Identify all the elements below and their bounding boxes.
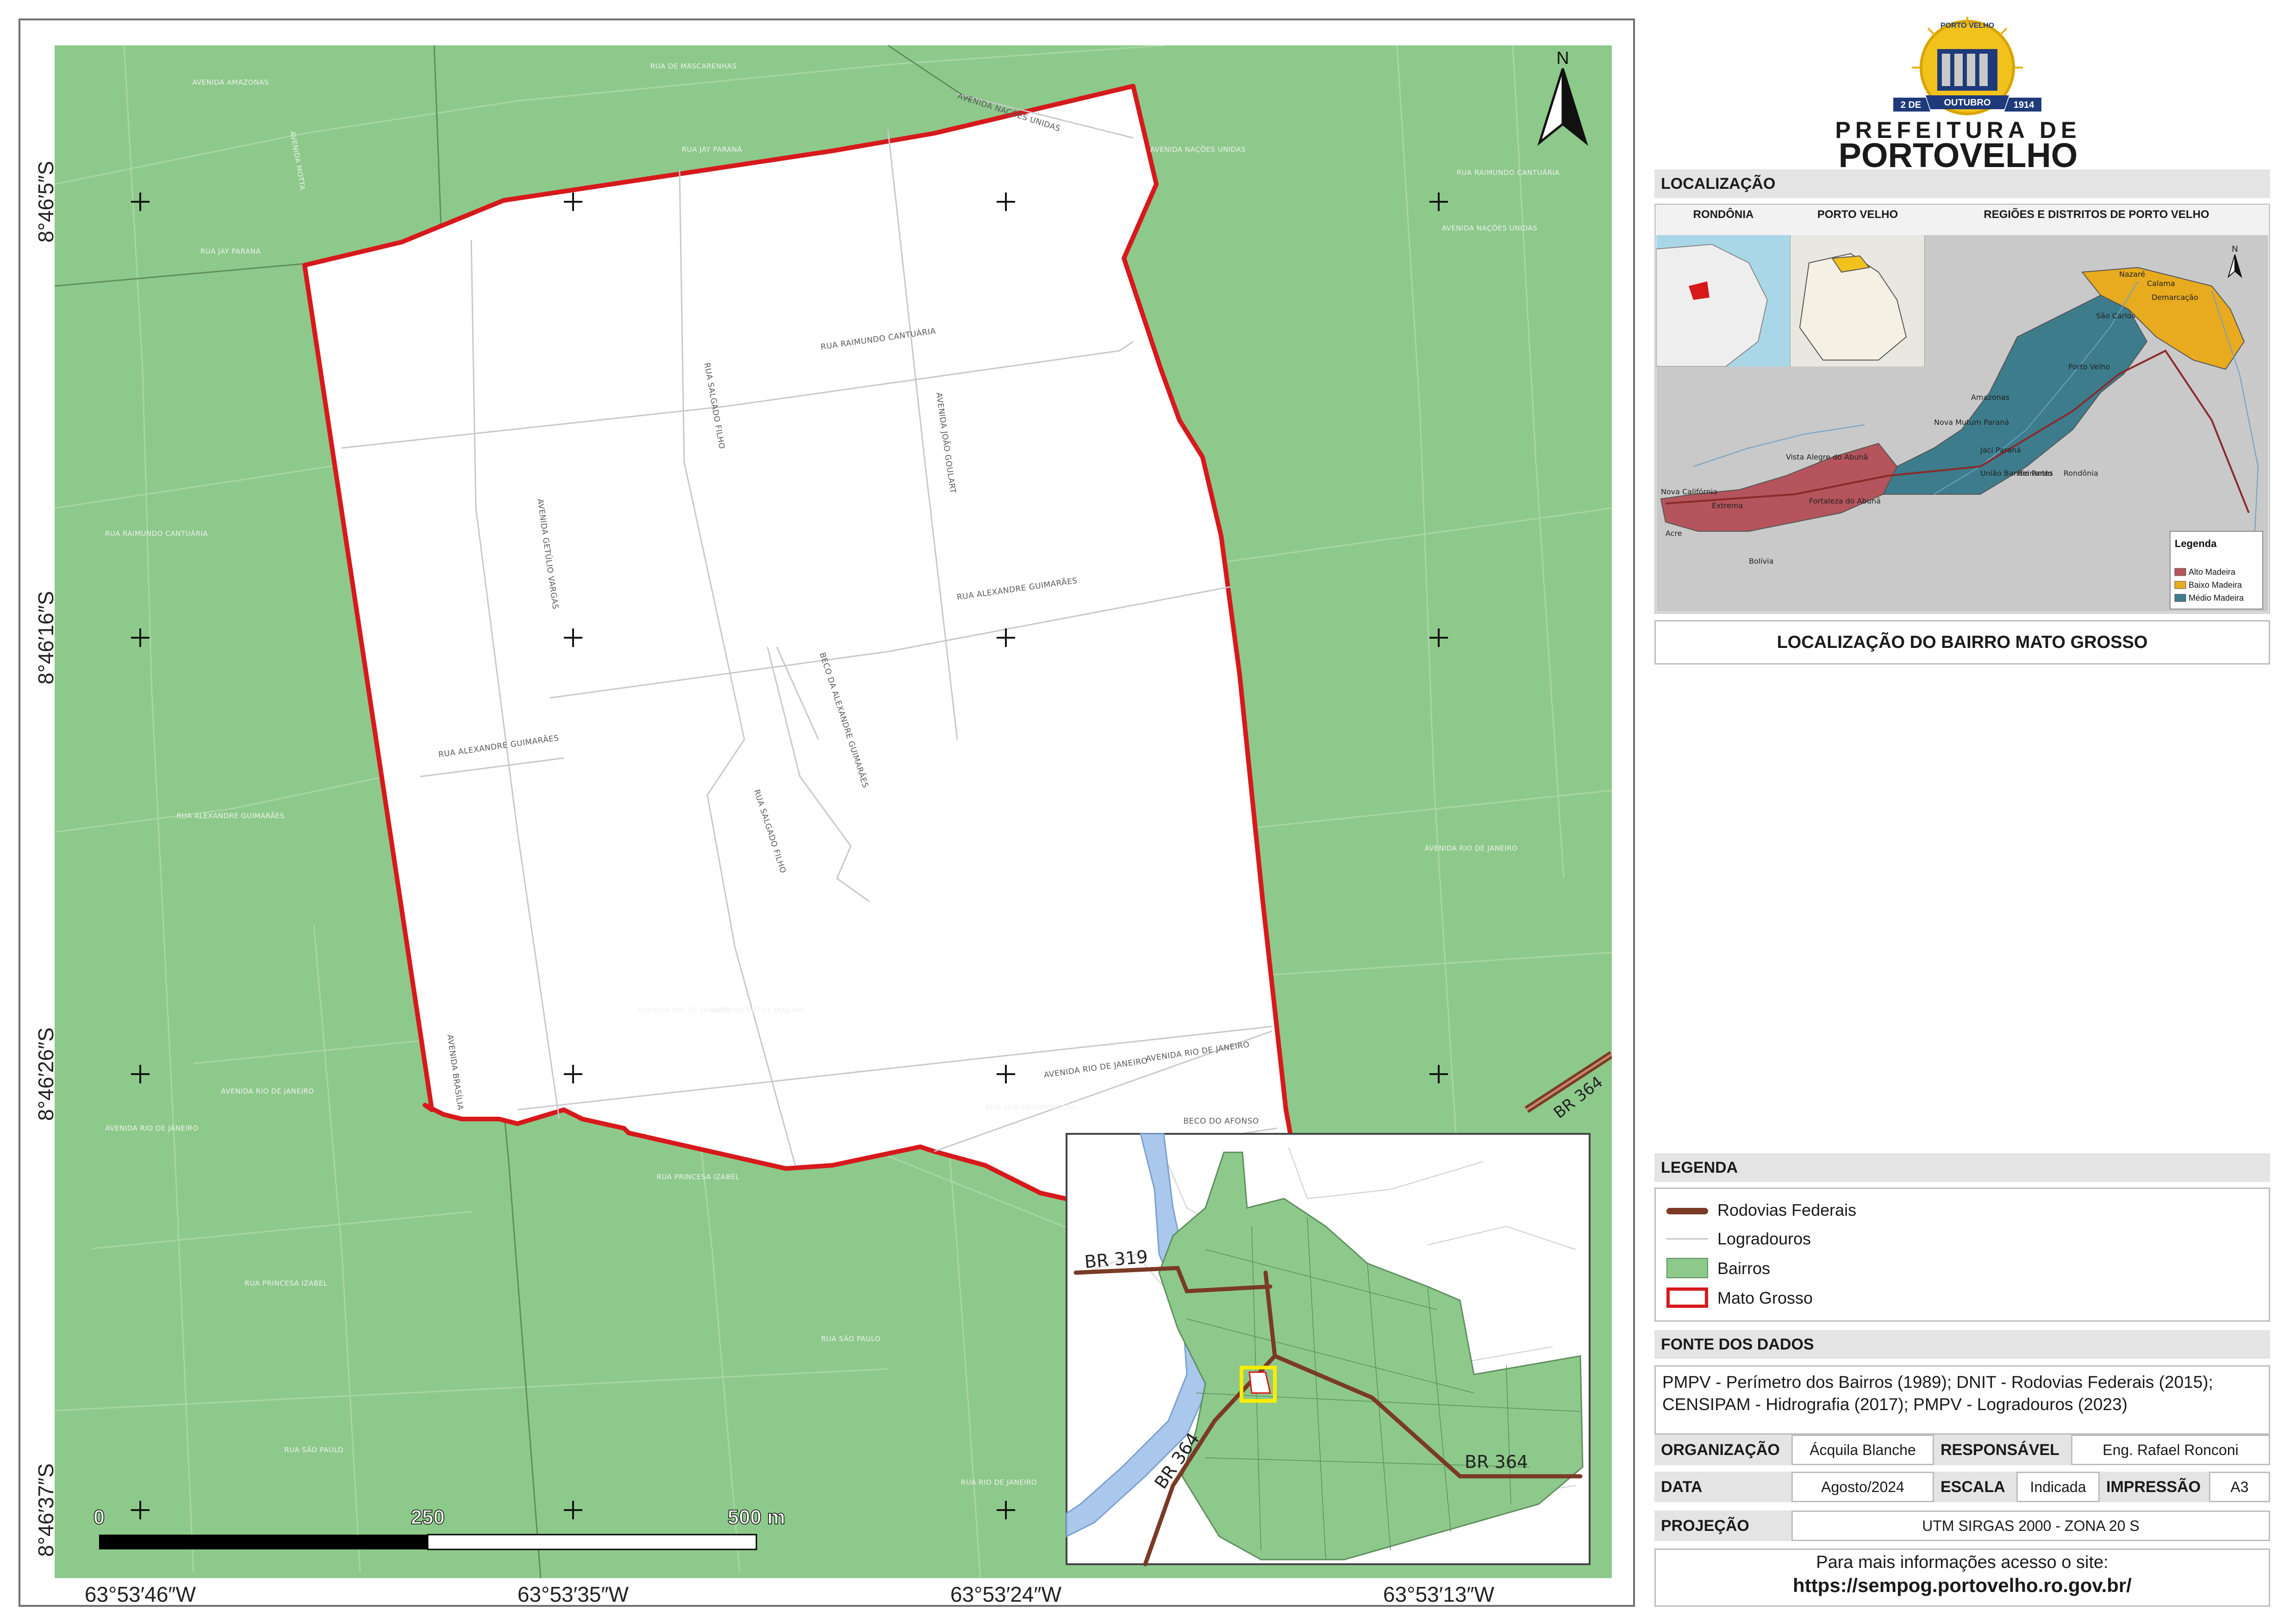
svg-text:PORTO VELHO: PORTO VELHO [1940,22,1994,30]
x-coordinate-label: 63°53′13″W [1383,1582,1495,1606]
localizacao-heading: LOCALIZAÇÃO [1654,169,2270,198]
street-label: RUA RAIMUNDO CANTUÁRIA [105,529,208,538]
svg-text:Baixo Madeira: Baixo Madeira [2189,580,2242,590]
street-label: AVENIDA NAÇÕES UNIDAS [1442,224,1537,232]
localizacao-map[interactable]: Amazonas Nazaré Calama Demarcação São Ca… [1656,235,2268,612]
street-label: RUA RAIMUNDO CANTUÁRIA [1457,168,1560,177]
street-label: AVENIDA RIO DE JANEIRO [106,1124,199,1132]
footer-url-link[interactable]: https://sempog.portovelho.ro.gov.br/ [1656,1574,2269,1597]
svg-text:Fortaleza do Abunã: Fortaleza do Abunã [1809,497,1881,505]
street-label: RUA SÃO PAULO [284,1445,343,1454]
legenda-heading: LEGENDA [1654,1153,2270,1182]
inset-road-label: BR 364 [1465,1452,1528,1472]
col-title-porto-velho: PORTO VELHO [1817,208,1898,221]
main-map[interactable]: AVENIDA AMAZONAS RUA DE MASCARENHAS AVEN… [55,45,1612,1578]
scale-label-500: 500 m [728,1506,786,1529]
street-label: AVENIDA RIO DE JANEIRO [221,1087,314,1095]
fonte-text: PMPV - Perímetro dos Bairros (1989); DNI… [1654,1365,2270,1435]
impressao-value: A3 [2209,1472,2270,1502]
impressao-label: IMPRESSÃO [2100,1472,2209,1502]
svg-text:São Carlos: São Carlos [2096,311,2135,320]
responsavel-label: RESPONSÁVEL [1934,1435,2071,1465]
svg-text:Vista Alegre do Abunã: Vista Alegre do Abunã [1786,453,1868,461]
footer-info-text: Para mais informações acesso o site: [1816,1553,2109,1572]
legend-label: Rodovias Federais [1717,1200,1857,1219]
svg-text:Calama: Calama [2147,279,2175,288]
svg-text:Alto Madeira: Alto Madeira [2189,567,2236,577]
organizacao-value: Ácquila Blanche [1791,1435,1934,1465]
legend-label: Bairros [1717,1259,1771,1278]
street-label: RUA DE MASCARENHAS [650,62,737,70]
x-coordinate-label: 63°53′35″W [517,1582,629,1606]
svg-text:Acre: Acre [1666,529,1682,538]
svg-text:Legenda: Legenda [2175,538,2217,549]
svg-text:Nazaré: Nazaré [2119,270,2145,279]
scale-label-250: 250 [411,1506,444,1529]
svg-text:Amazonas: Amazonas [1971,393,2009,402]
projecao-label: PROJEÇÃO [1654,1511,1791,1541]
street-label: AVENIDA NAÇÕES UNIDAS [1150,145,1246,154]
street-label: RUA SEM DENOMINAÇÃO [986,1103,1077,1112]
svg-text:Nova Califórnia: Nova Califórnia [1661,487,1717,496]
escala-value: Indicada [2016,1472,2100,1502]
svg-text:Bolívia: Bolívia [1749,557,1773,566]
street-label: RUA PRINCESA IZABEL [245,1279,328,1287]
svg-text:N: N [2232,244,2238,254]
street-label: RUA ALEXANDRE GUIMARÃES [176,811,284,820]
col-title-rondonia: RONDÔNIA [1693,208,1754,221]
x-coordinate-label: 63°53′24″W [950,1582,1062,1606]
prefeitura-logo: PORTO VELHO OUTUBRO 2 DE 1914 PREFEITURA… [1835,17,2078,174]
footer-box: Para mais informações acesso o site: htt… [1654,1548,2270,1607]
street-label: RUA SÃO PAULO [821,1334,880,1343]
inset-map[interactable]: BR 319 BR 364 BR 364 [1066,1133,1591,1567]
svg-text:Rio Pardo: Rio Pardo [2017,469,2052,478]
y-coordinate-label: 8°46′16″S [34,591,58,684]
svg-text:Rondônia: Rondônia [2064,469,2098,478]
projecao-value: UTM SIRGAS 2000 - ZONA 20 S [1791,1511,2270,1541]
legend-label: Mato Grosso [1717,1288,1813,1307]
region-legend: Legenda Alto Madeira Baixo Madeira Médio… [2170,531,2263,609]
fonte-heading: FONTE DOS DADOS [1654,1330,2270,1359]
legend-symbol-mato-grosso [1666,1287,1708,1308]
y-coordinate-label: 8°46′5″S [34,161,58,243]
street-label: AVENIDA RIO DE JANEIRO [1425,844,1518,852]
organizacao-label: ORGANIZAÇÃO [1654,1435,1791,1465]
street-label: AVENIDA AMAZONAS [192,78,269,87]
col-title-regioes: REGIÕES E DISTRITOS DE PORTO VELHO [1984,208,2209,221]
svg-text:PORTOVELHO: PORTOVELHO [1839,136,2078,174]
responsavel-value: Eng. Rafael Ronconi [2071,1435,2270,1465]
street-label: RUA JAY PARANÁ [200,247,261,255]
data-value: Agosto/2024 [1791,1472,1934,1502]
legend-label: Logradouros [1717,1229,1811,1248]
escala-label: ESCALA [1934,1472,2016,1502]
street-label: BECO DO AFONSO [1183,1117,1259,1126]
scale-label-0: 0 [94,1506,105,1529]
street-label: RUA PRINCESA IZABEL [657,1173,740,1181]
svg-text:Demarcação: Demarcação [2152,293,2198,302]
svg-text:Extrema: Extrema [1712,501,1743,510]
svg-text:Jaci Paraná: Jaci Paraná [1980,446,2021,454]
north-label: N [1556,49,1569,68]
x-coordinate-label: 63°53′46″W [84,1582,196,1606]
svg-text:1914: 1914 [2014,100,2034,110]
y-coordinate-label: 8°46′26″S [34,1027,58,1121]
svg-text:2 DE: 2 DE [1901,100,1921,110]
svg-text:Médio Madeira: Médio Madeira [2189,593,2244,603]
svg-text:OUTUBRO: OUTUBRO [1944,98,1990,108]
legend-symbol-logradouros [1666,1238,1708,1239]
street-label: RUA RIO DE JANEIRO [961,1478,1037,1486]
y-coordinate-label: 8°46′37″S [34,1463,58,1557]
svg-text:Nova Mutum Paraná: Nova Mutum Paraná [1934,418,2009,427]
legend-symbol-bairros [1666,1258,1708,1278]
map-subtitle: LOCALIZAÇÃO DO BAIRRO MATO GROSSO [1654,620,2270,665]
street-label: AVENIDA RIO DE JANEIRO [712,1006,805,1014]
data-label: DATA [1654,1472,1791,1502]
svg-text:Porto Velho: Porto Velho [2068,362,2110,371]
legend-symbol-rodovias [1666,1208,1708,1214]
street-label: RUA JAY PARANÁ [682,145,742,154]
